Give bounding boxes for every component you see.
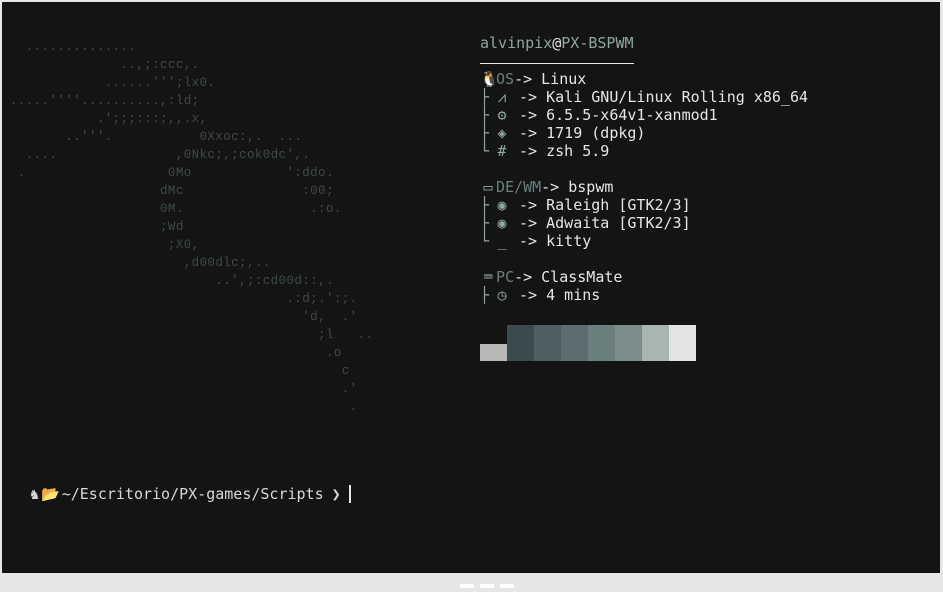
kali-dragon-icon: ♞ [30,485,40,503]
de-row: ▭ DE/WM-> bspwm [480,178,808,196]
separator [480,63,634,64]
hash-icon: # [497,142,507,160]
user-host: alvinpix@PX-BSPWM [480,34,808,64]
color-swatch [615,325,642,361]
pc-row: ⌨ PC-> ClassMate [480,268,808,286]
prompt-path: ~/Escritorio/PX-games/Scripts [61,485,324,503]
shell-row: └ # -> zsh 5.9 [480,142,610,160]
os-row: 🐧OS-> Linux [480,70,587,88]
theme-icon: ◉ [497,196,507,214]
color-swatch [507,325,534,361]
package-icon: ◈ [497,124,507,142]
window-icon: ▭ [483,178,493,196]
theme-icon: ◉ [497,214,507,232]
workspace-indicator [460,573,530,588]
color-swatch [561,325,588,361]
color-swatch [480,344,507,361]
clock-icon: ◷ [497,286,507,304]
packages-row: ├ ◈ -> 1719 (dpkg) [480,124,646,142]
linux-icon: 🐧 [480,70,499,88]
system-info-panel: alvinpix@PX-BSPWM 🐧OS-> Linux ├ ⩘ -> Kali… [480,34,808,304]
color-swatch [534,325,561,361]
color-swatch [669,325,696,361]
color-palette [480,325,696,361]
shell-prompt[interactable]: ♞ 📂 ~/Escritorio/PX-games/Scripts ❯ [30,485,351,503]
color-swatch [588,325,615,361]
cursor [348,485,351,503]
kernel-row: ├ ⚙ -> 6.5.5-x64v1-xanmod1 [480,106,718,124]
gear-icon: ⚙ [497,106,507,124]
laptop-icon: ⌨ [483,268,493,286]
terminal-icon: _ [497,232,507,250]
terminal-row: └ _ -> kitty [480,232,592,250]
ascii-logo: .............. ..,;:ccc,. ......''';lx0.… [9,40,374,414]
theme-row: ├ ◉ -> Raleigh [GTK2/3] [480,196,691,214]
icons-row: ├ ◉ -> Adwaita [GTK2/3] [480,214,691,232]
terminal-window[interactable]: .............. ..,;:ccc,. ......''';lx0.… [2,2,940,573]
color-swatch [642,325,669,361]
uptime-row: ├ ◷ -> 4 mins [480,286,601,304]
prompt-symbol: ❯ [331,485,341,503]
kali-icon: ⩘ [497,88,507,106]
folder-icon: 📂 [41,485,60,503]
distro-row: ├ ⩘ -> Kali GNU/Linux Rolling x86_64 [480,88,809,106]
